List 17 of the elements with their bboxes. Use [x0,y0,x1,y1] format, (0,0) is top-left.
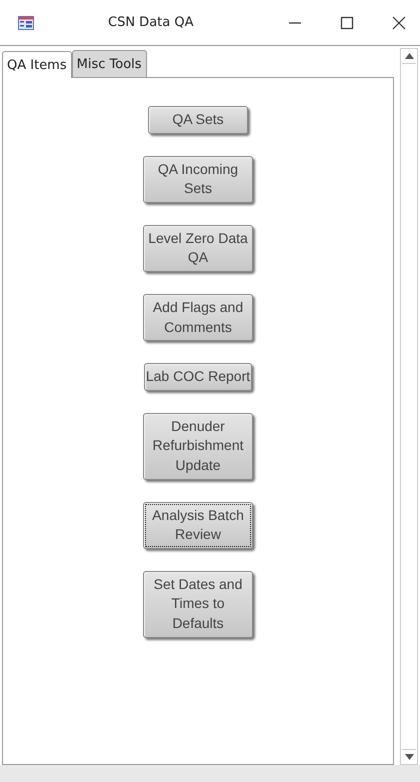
tab[interactable]: QA Items [2,51,72,78]
form-button[interactable]: QA Incoming Sets [143,156,253,203]
window-title: CSN Data QA [108,15,194,30]
form-button[interactable]: Denuder Refurbishment Update [143,412,253,480]
scroll-up-icon[interactable] [404,53,414,59]
tab[interactable]: Misc Tools [72,50,147,77]
form-button[interactable]: Analysis Batch Review [143,502,253,549]
scrollbar[interactable] [400,48,418,765]
scroll-down-icon[interactable] [404,754,414,760]
form-icon [18,16,34,30]
form-button[interactable]: Set Dates and Times to Defaults [143,570,253,638]
close-icon[interactable] [392,16,406,30]
form-button[interactable]: Lab COC Report [144,363,252,391]
maximize-icon[interactable] [340,16,354,30]
form-button[interactable]: QA Sets [148,106,248,134]
form-button[interactable]: Level Zero Data QA [143,224,253,272]
form-button[interactable]: Add Flags and Comments [143,294,253,342]
